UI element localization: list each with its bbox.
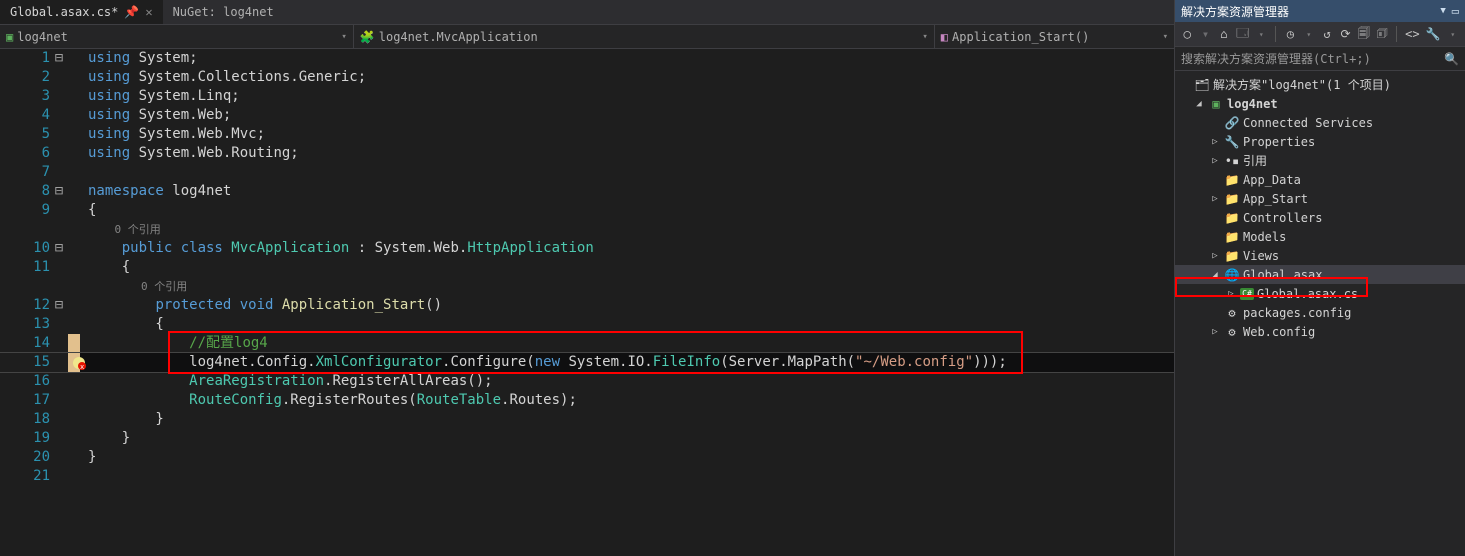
tree-node-label: Properties (1243, 135, 1315, 149)
expander-icon[interactable]: ▷ (1209, 251, 1221, 261)
dropdown-small-icon[interactable]: ▾ (1447, 26, 1459, 42)
tree-node-label: Views (1243, 249, 1279, 263)
back-icon[interactable]: ◯ (1181, 26, 1193, 42)
method-icon: ◧ (941, 30, 948, 44)
solution-label: 解决方案"log4net"(1 个项目) (1213, 76, 1391, 93)
tree-node-label: Web.config (1243, 325, 1315, 339)
tree-node[interactable]: ◢🌐Global.asax (1175, 265, 1465, 284)
class-icon: 🧩 (360, 30, 375, 44)
tree-node[interactable]: ⚙packages.config (1175, 303, 1465, 322)
chevron-down-icon: ▾ (922, 32, 927, 42)
code-editor[interactable]: 1⊟using System;2using System.Collections… (0, 49, 1174, 556)
autohide-icon[interactable]: ▭ (1452, 4, 1459, 18)
expander-icon[interactable]: ▷ (1225, 289, 1237, 299)
tree-node-label: Global.asax (1243, 268, 1322, 282)
dropdown-icon[interactable]: ▼ (1440, 6, 1445, 16)
project-label: log4net (1227, 97, 1278, 111)
csproj-icon: ▣ (6, 30, 13, 44)
chevron-down-icon: ▾ (1163, 32, 1168, 42)
wrench-icon: 🔧 (1224, 135, 1240, 149)
home-icon[interactable]: ⌂ (1218, 26, 1230, 42)
document-tabs: Global.asax.cs* 📌 ✕ NuGet: log4net (0, 0, 1174, 25)
tree-node-label: Global.asax.cs (1257, 287, 1358, 301)
folder-icon: 📁 (1224, 192, 1240, 206)
folder-icon: 📁 (1224, 230, 1240, 244)
pending-icon[interactable]: ◷ (1284, 26, 1296, 42)
error-lightbulb-icon[interactable]: x (72, 356, 86, 370)
cfg-icon: ⚙ (1224, 325, 1240, 339)
search-icon[interactable]: 🔍 (1444, 52, 1459, 66)
nav-member-label: Application_Start() (952, 30, 1089, 44)
link-icon: 🔗 (1224, 116, 1240, 130)
code-nav-bar: ▣ log4net ▾ 🧩 log4net.MvcApplication ▾ ◧… (0, 25, 1174, 49)
forward-icon[interactable]: ▾ (1199, 26, 1211, 42)
expander-icon[interactable]: ▷ (1209, 137, 1221, 147)
tree-node[interactable]: ▷C#Global.asax.cs (1175, 284, 1465, 303)
tab-nuget[interactable]: NuGet: log4net (163, 0, 284, 24)
solution-icon: 🗂 (1194, 78, 1210, 92)
tree-node-label: App_Data (1243, 173, 1301, 187)
showall-icon[interactable]: 🗐 (1358, 26, 1370, 42)
tree-node[interactable]: 📁App_Data (1175, 170, 1465, 189)
nav-class[interactable]: 🧩 log4net.MvcApplication ▾ (354, 25, 935, 48)
expander-icon[interactable]: ◢ (1209, 270, 1221, 280)
tree-node[interactable]: ▷🔧Properties (1175, 132, 1465, 151)
dropdown-small-icon[interactable]: ▾ (1303, 26, 1315, 42)
tab-global-asax[interactable]: Global.asax.cs* 📌 ✕ (0, 0, 163, 24)
solution-explorer: 解决方案资源管理器 ▼ ▭ ◯ ▾ ⌂ 🗔 ▾ ◷ ▾ ↺ ⟳ 🗐 🗊 <> 🔧… (1174, 0, 1465, 556)
csproj-icon: ▣ (1208, 97, 1224, 111)
tree-node[interactable]: 📁Models (1175, 227, 1465, 246)
dropdown-small-icon[interactable]: ▾ (1255, 26, 1267, 42)
nav-scope-label: log4net (17, 30, 68, 44)
tree-node[interactable]: ▷📁App_Start (1175, 189, 1465, 208)
nav-member[interactable]: ◧ Application_Start() ▾ (935, 25, 1174, 48)
project-node[interactable]: ◢ ▣ log4net (1175, 94, 1465, 113)
tree-node-label: packages.config (1243, 306, 1351, 320)
folder-icon: 📁 (1224, 249, 1240, 263)
tree-node[interactable]: ▷📁Views (1175, 246, 1465, 265)
panel-title: 解决方案资源管理器 (1181, 3, 1289, 20)
wrench-icon[interactable]: 🔧 (1426, 26, 1441, 42)
pin-icon[interactable]: 📌 (124, 5, 139, 19)
folder-icon: 📁 (1224, 173, 1240, 187)
properties-icon[interactable]: 🗊 (1376, 26, 1388, 42)
solution-node[interactable]: 🗂 解决方案"log4net"(1 个项目) (1175, 75, 1465, 94)
expander-icon[interactable]: ▷ (1209, 194, 1221, 204)
tab-label: NuGet: log4net (173, 5, 274, 19)
sync-icon[interactable]: 🗔 (1236, 26, 1249, 42)
tree-node[interactable]: 🔗Connected Services (1175, 113, 1465, 132)
cfg-icon: ⚙ (1224, 306, 1240, 320)
solution-toolbar: ◯ ▾ ⌂ 🗔 ▾ ◷ ▾ ↺ ⟳ 🗐 🗊 <> 🔧 ▾ (1175, 22, 1465, 47)
solution-search[interactable]: 搜索解决方案资源管理器(Ctrl+;) 🔍 (1175, 47, 1465, 71)
tree-node-label: App_Start (1243, 192, 1308, 206)
panel-title-bar[interactable]: 解决方案资源管理器 ▼ ▭ (1175, 0, 1465, 22)
collapse-icon[interactable]: ↺ (1321, 26, 1333, 42)
tree-node-label: Connected Services (1243, 116, 1373, 130)
expander-icon[interactable]: ▷ (1209, 156, 1221, 166)
solution-tree[interactable]: 🗂 解决方案"log4net"(1 个项目) ◢ ▣ log4net 🔗Conn… (1175, 71, 1465, 556)
cs-icon: C# (1240, 288, 1254, 300)
refresh-icon[interactable]: ⟳ (1339, 26, 1351, 42)
editor-area: Global.asax.cs* 📌 ✕ NuGet: log4net ▣ log… (0, 0, 1174, 556)
tab-label: Global.asax.cs* (10, 5, 118, 19)
nav-scope[interactable]: ▣ log4net ▾ (0, 25, 354, 48)
viewcode-icon[interactable]: <> (1405, 26, 1419, 42)
file-icon: 🌐 (1224, 268, 1240, 282)
tree-node[interactable]: 📁Controllers (1175, 208, 1465, 227)
tree-node[interactable]: ▷⚙Web.config (1175, 322, 1465, 341)
tree-node-label: Models (1243, 230, 1286, 244)
expander-icon[interactable]: ▷ (1209, 327, 1221, 337)
nav-class-label: log4net.MvcApplication (379, 30, 538, 44)
close-icon[interactable]: ✕ (145, 5, 152, 19)
tree-node[interactable]: ▷•▪引用 (1175, 151, 1465, 170)
refs-icon: •▪ (1224, 154, 1240, 168)
expander-icon[interactable]: ◢ (1193, 99, 1205, 109)
tree-node-label: 引用 (1243, 152, 1267, 169)
chevron-down-icon: ▾ (341, 32, 346, 42)
tree-node-label: Controllers (1243, 211, 1322, 225)
search-placeholder: 搜索解决方案资源管理器(Ctrl+;) (1181, 50, 1371, 67)
svg-text:x: x (80, 363, 84, 370)
folder-icon: 📁 (1224, 211, 1240, 225)
